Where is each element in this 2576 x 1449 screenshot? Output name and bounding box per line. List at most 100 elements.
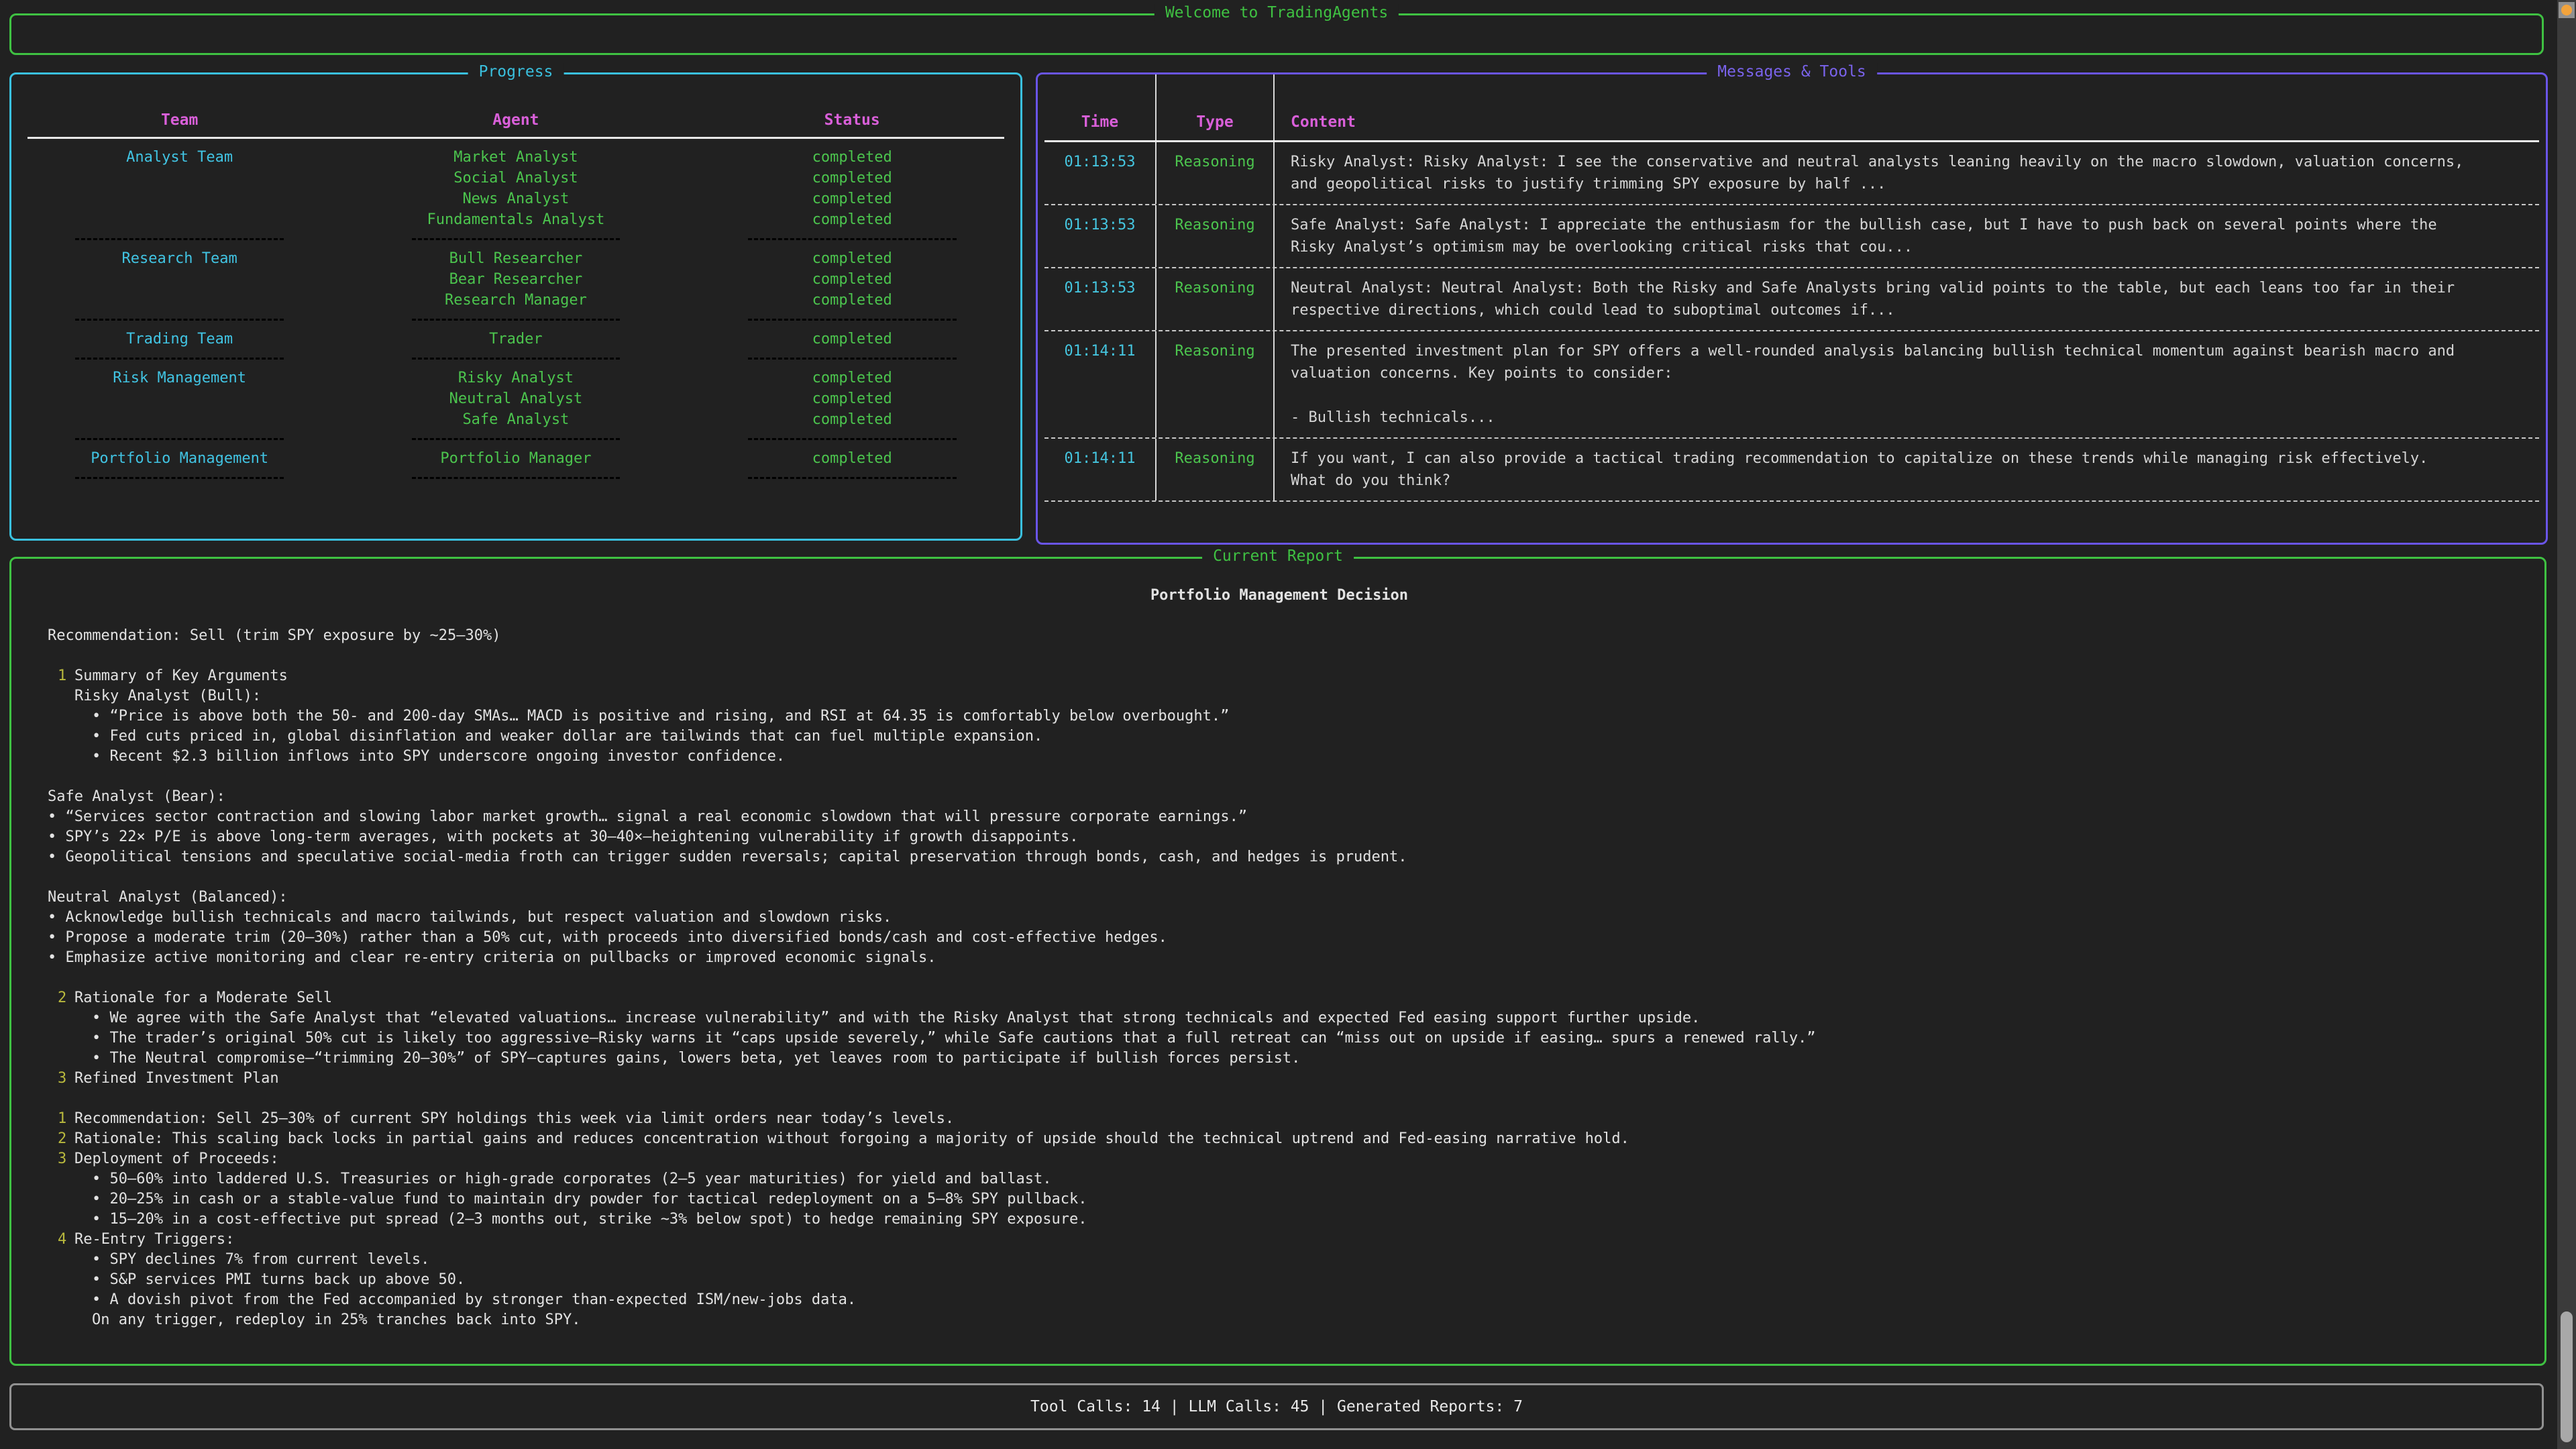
- team-cell: Risk Management: [11, 368, 347, 388]
- scrollbar-track[interactable]: [2557, 0, 2576, 1449]
- report-line: 2Rationale for a Moderate Sell: [48, 988, 2511, 1008]
- group-separator: [11, 238, 1020, 240]
- progress-group-research-team: Research Team Bull Researcher completed …: [11, 248, 1020, 311]
- table-row: Safe Analyst completed: [11, 409, 1020, 430]
- progress-panel-title: Progress: [468, 63, 564, 80]
- report-line: • 50–60% into laddered U.S. Treasuries o…: [48, 1169, 2511, 1189]
- report-line: • Geopolitical tensions and speculative …: [48, 847, 2511, 867]
- report-line: • A dovish pivot from the Fed accompanie…: [48, 1290, 2511, 1310]
- group-separator: [11, 438, 1020, 440]
- list-number: 1: [58, 666, 66, 686]
- content-cell: The presented investment plan for SPY of…: [1273, 331, 2539, 437]
- list-number: 3: [58, 1069, 66, 1089]
- footer-stats: Tool Calls: 14 | LLM Calls: 45 | Generat…: [1030, 1398, 1523, 1415]
- agent-cell: Bear Researcher: [347, 269, 684, 290]
- report-line: Safe Analyst (Bear):: [48, 787, 2511, 807]
- type-cell: Reasoning: [1155, 205, 1273, 267]
- scroll-marker-dot-icon: [2561, 5, 2572, 15]
- report-line: • 15–20% in a cost-effective put spread …: [48, 1210, 2511, 1230]
- messages-table-header: Time Type Content: [1044, 74, 2539, 142]
- agent-cell: Risky Analyst: [347, 368, 684, 388]
- progress-group-risk-management: Risk Management Risky Analyst completed …: [11, 368, 1020, 430]
- scrollbar-top-marker[interactable]: [2559, 2, 2575, 18]
- content-cell: If you want, I can also provide a tactic…: [1273, 439, 2539, 500]
- status-cell: completed: [684, 209, 1020, 230]
- report-line: • Emphasize active monitoring and clear …: [48, 948, 2511, 968]
- message-row: 01:14:11 Reasoning If you want, I can al…: [1044, 439, 2539, 502]
- time-cell: 01:13:53: [1044, 268, 1155, 330]
- agent-cell: Safe Analyst: [347, 409, 684, 430]
- report-line: • Acknowledge bullish technicals and mac…: [48, 908, 2511, 928]
- message-row: 01:13:53 Reasoning Safe Analyst: Safe An…: [1044, 205, 2539, 268]
- report-line: • The trader’s original 50% cut is likel…: [48, 1028, 2511, 1049]
- team-cell: Analyst Team: [11, 147, 347, 168]
- type-cell: Reasoning: [1155, 142, 1273, 204]
- report-line: [48, 867, 2511, 888]
- message-row: 01:13:53 Reasoning Neutral Analyst: Neut…: [1044, 268, 2539, 331]
- report-line: • Propose a moderate trim (20–30%) rathe…: [48, 928, 2511, 948]
- report-line: 1Summary of Key Arguments: [48, 666, 2511, 686]
- status-cell: completed: [684, 329, 1020, 350]
- table-row: Trading Team Trader completed: [11, 329, 1020, 350]
- table-row: Social Analyst completed: [11, 168, 1020, 189]
- report-line: • “Price is above both the 50- and 200-d…: [48, 706, 2511, 727]
- progress-group-trading-team: Trading Team Trader completed: [11, 329, 1020, 350]
- table-row: Bear Researcher completed: [11, 269, 1020, 290]
- current-report-panel-title: Current Report: [1202, 547, 1354, 565]
- report-line: 1Recommendation: Sell 25–30% of current …: [48, 1109, 2511, 1129]
- progress-panel: Progress Team Agent Status Analyst Team …: [9, 72, 1022, 541]
- status-cell: completed: [684, 290, 1020, 311]
- report-line: 4Re-Entry Triggers:: [48, 1230, 2511, 1250]
- report-line: • S&P services PMI turns back up above 5…: [48, 1270, 2511, 1290]
- report-line: • The Neutral compromise—“trimming 20–30…: [48, 1049, 2511, 1069]
- column-header-content: Content: [1273, 74, 2539, 140]
- report-line: On any trigger, redeploy in 25% tranches…: [48, 1310, 2511, 1330]
- report-line: [48, 968, 2511, 988]
- status-cell: completed: [684, 269, 1020, 290]
- content-cell: Safe Analyst: Safe Analyst: I appreciate…: [1273, 205, 2539, 267]
- content-cell: Neutral Analyst: Neutral Analyst: Both t…: [1273, 268, 2539, 330]
- progress-table-header: Team Agent Status: [11, 111, 1020, 129]
- column-header-agent: Agent: [347, 111, 684, 129]
- report-line: Neutral Analyst (Balanced):: [48, 888, 2511, 908]
- time-cell: 01:14:11: [1044, 331, 1155, 437]
- welcome-banner-panel: Welcome to TradingAgents: [9, 13, 2544, 55]
- report-line: 3Deployment of Proceeds:: [48, 1149, 2511, 1169]
- content-cell: Risky Analyst: Risky Analyst: I see the …: [1273, 142, 2539, 204]
- agent-cell: Bull Researcher: [347, 248, 684, 269]
- agent-cell: Fundamentals Analyst: [347, 209, 684, 230]
- status-cell: completed: [684, 147, 1020, 168]
- list-number: 2: [58, 988, 66, 1008]
- type-cell: Reasoning: [1155, 439, 1273, 500]
- column-header-status: Status: [684, 111, 1020, 129]
- agent-cell: News Analyst: [347, 189, 684, 209]
- list-number: 3: [58, 1149, 66, 1169]
- team-cell: Trading Team: [11, 329, 347, 350]
- list-number: 2: [58, 1129, 66, 1149]
- status-cell: completed: [684, 448, 1020, 469]
- report-line: • SPY declines 7% from current levels.: [48, 1250, 2511, 1270]
- footer-stats-bar: Tool Calls: 14 | LLM Calls: 45 | Generat…: [9, 1383, 2544, 1430]
- report-line: Recommendation: Sell (trim SPY exposure …: [48, 626, 2511, 646]
- list-number: 4: [58, 1230, 66, 1250]
- time-cell: 01:13:53: [1044, 142, 1155, 204]
- table-row: Research Manager completed: [11, 290, 1020, 311]
- type-cell: Reasoning: [1155, 268, 1273, 330]
- progress-group-portfolio-management: Portfolio Management Portfolio Manager c…: [11, 448, 1020, 469]
- status-cell: completed: [684, 168, 1020, 189]
- type-cell: Reasoning: [1155, 331, 1273, 437]
- report-line: • Fed cuts priced in, global disinflatio…: [48, 727, 2511, 747]
- message-row: 01:13:53 Reasoning Risky Analyst: Risky …: [1044, 142, 2539, 205]
- table-row: News Analyst completed: [11, 189, 1020, 209]
- agent-cell: Research Manager: [347, 290, 684, 311]
- team-cell: Portfolio Management: [11, 448, 347, 469]
- welcome-banner-title: Welcome to TradingAgents: [1155, 4, 1399, 21]
- column-header-type: Type: [1155, 74, 1273, 140]
- scrollbar-thumb[interactable]: [2561, 1311, 2573, 1442]
- status-cell: completed: [684, 409, 1020, 430]
- table-row: Risk Management Risky Analyst completed: [11, 368, 1020, 388]
- report-line: • Recent $2.3 billion inflows into SPY u…: [48, 747, 2511, 767]
- table-row: Research Team Bull Researcher completed: [11, 248, 1020, 269]
- messages-tools-panel-title: Messages & Tools: [1707, 63, 1877, 80]
- status-cell: completed: [684, 368, 1020, 388]
